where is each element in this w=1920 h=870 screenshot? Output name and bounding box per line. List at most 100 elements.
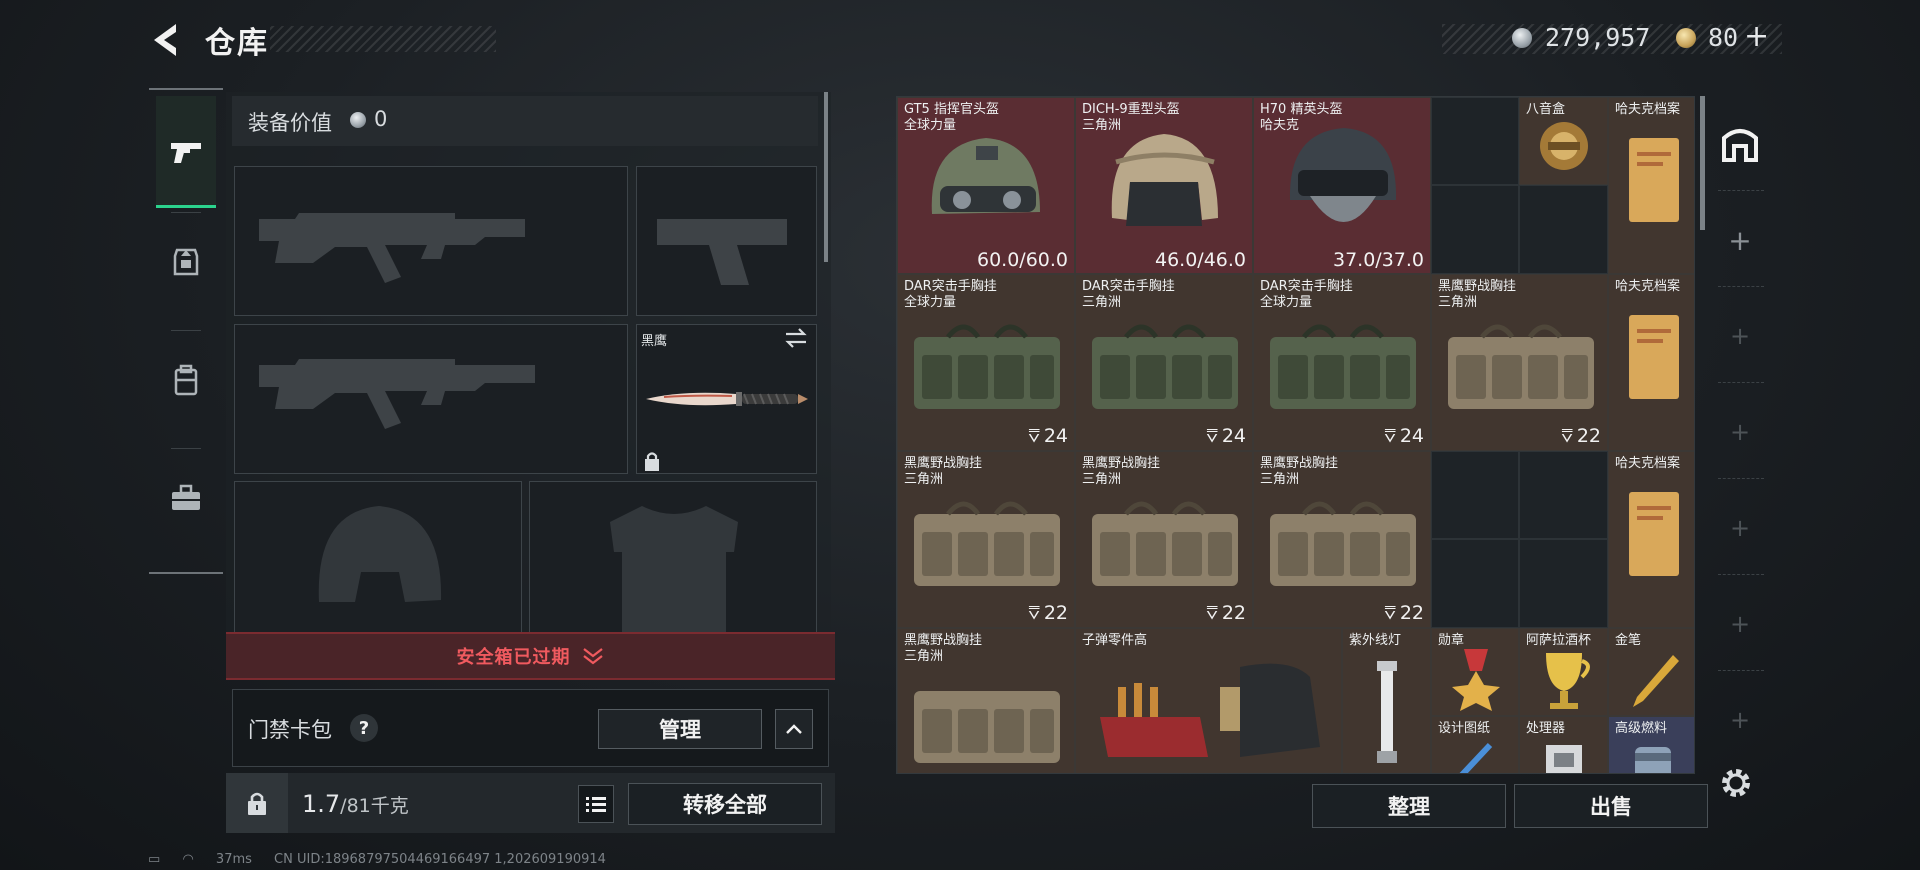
item-chest-rig[interactable]: 黑鹰野战胸挂 三角洲 ⩢ 22 [1431,274,1608,451]
chest-rig-icon [914,691,1060,763]
item-chest-rig[interactable]: 黑鹰野战胸挂 三角洲 ⩢ 22 [1253,451,1431,628]
item-helmet[interactable]: DICH-9重型头盔 三角洲 46.0/46.0 [1075,97,1253,274]
ping: 37ms [215,852,252,867]
back-button[interactable] [146,18,188,62]
shirt-icon: ⩢ [1206,602,1218,624]
locked-stash-tab[interactable]: + [1724,320,1756,352]
wifi-icon: ◠ [182,852,194,867]
coin-icon [350,112,366,128]
empty-cell [1519,451,1608,539]
locked-stash-tab[interactable]: + [1724,512,1756,544]
shirt-icon: ⩢ [1028,602,1040,624]
item-faction: 三角洲 [1082,472,1122,487]
locked-stash-tab[interactable]: + [1724,608,1756,640]
transfer-all-button[interactable]: 转移全部 [628,783,822,825]
nav-equipment[interactable] [156,216,216,308]
manage-button[interactable]: 管理 [598,709,762,749]
chest-rig-icon [914,501,1060,586]
chest-rig-icon [1270,324,1416,409]
item-hafk-file[interactable]: 哈夫克档案 [1608,451,1694,628]
stash-scrollbar[interactable] [1700,96,1705,230]
help-icon[interactable]: ? [350,714,378,742]
locked-stash-tab[interactable]: + [1724,416,1756,448]
add-gold-button[interactable]: + [1744,19,1769,54]
item-chest-rig[interactable]: DAR突击手胸挂 全球力量 ⩢ 24 [897,274,1075,451]
item-chest-rig[interactable]: 黑鹰野战胸挂 三角洲 ⩢ 22 [897,451,1075,628]
item-faction: 全球力量 [904,295,957,310]
item-name: 黑鹰野战胸挂 [1260,456,1339,471]
lock-icon [248,792,266,815]
gold-amount: 80 [1708,23,1739,52]
item-chest-rig[interactable]: 黑鹰野战胸挂 三角洲 ⩢ 22 [1075,451,1253,628]
shirt-icon: ⩢ [1206,425,1218,447]
money-amount: 279,957 [1545,23,1651,52]
item-helmet[interactable]: H70 精英头盔 哈夫克 37.0/37.0 [1253,97,1431,274]
capacity-lock-button[interactable] [226,773,288,833]
collapse-button[interactable] [775,709,813,749]
helmet-icon [1289,128,1397,222]
item-blueprint[interactable]: 设计图纸 [1431,716,1519,773]
item-helmet[interactable]: GT5 指挥官头盔 全球力量 60.0/60.0 [897,97,1075,274]
uv-lamp-icon [1377,661,1397,763]
equipment-value: 0 [374,107,388,131]
add-stash-tab-button[interactable]: + [1724,224,1756,257]
item-ammo-parts[interactable]: 子弹零件高 [1075,628,1342,773]
secondary-weapon-slot[interactable] [234,324,628,474]
nav-weapons[interactable] [156,96,216,208]
carry-weight-current: 1.7 [302,790,341,818]
chevron-down-icon [582,648,603,665]
fuel-can-icon [1635,747,1671,773]
back-arrow-icon [154,24,176,56]
empty-cell [1431,97,1519,185]
shirt-icon: ⩢ [1384,602,1396,624]
gear-icon[interactable] [1718,765,1754,805]
item-name: 黑鹰野战胸挂 [904,456,983,471]
item-faction: 三角洲 [904,472,944,487]
helmet-icon [931,138,1040,214]
item-music-box[interactable]: 八音盒 [1519,97,1608,185]
nav-backpack[interactable] [156,334,216,426]
item-chest-rig[interactable]: DAR突击手胸挂 三角洲 ⩢ 24 [1075,274,1253,451]
item-medal[interactable]: 勋章 [1431,628,1519,716]
swap-icon[interactable] [784,328,808,352]
item-durability: 46.0/46.0 [1154,249,1246,271]
sort-button[interactable]: 整理 [1312,784,1506,828]
rifle-silhouette-icon [259,359,535,429]
item-wine-cup[interactable]: 阿萨拉酒杯 [1519,628,1608,716]
file-icon [1629,138,1679,222]
item-chest-rig[interactable]: 黑鹰野战胸挂 三角洲 [897,628,1075,773]
stash-tab-main[interactable] [1712,118,1768,170]
item-hafk-file[interactable]: 哈夫克档案 [1608,97,1694,274]
primary-weapon-slot[interactable] [234,166,628,316]
item-name: 处理器 [1526,721,1566,736]
helmet-icon [1111,134,1218,226]
helmet-slot[interactable] [234,481,522,633]
medal-icon [1452,649,1500,711]
item-count: 22 [1399,602,1424,624]
item-name: 黑鹰野战胸挂 [1082,456,1161,471]
item-gold-pen[interactable]: 金笔 [1608,628,1694,716]
sidearm-slot[interactable] [636,166,817,316]
item-count: 22 [1221,602,1246,624]
locked-stash-tab[interactable]: + [1724,704,1756,736]
list-icon [586,797,606,812]
nav-case[interactable] [156,452,216,544]
ammo-parts-icon [1100,663,1320,757]
equipment-value-label: 装备价值 [248,111,332,135]
item-fuel[interactable]: 高级燃料 [1608,716,1694,773]
equipment-scrollbar[interactable] [824,92,828,262]
item-hafk-file[interactable]: 哈夫克档案 [1608,274,1694,451]
armor-icon [173,248,199,276]
item-processor[interactable]: 处理器 [1519,716,1608,773]
item-name: 设计图纸 [1438,721,1491,736]
item-chest-rig[interactable]: DAR突击手胸挂 全球力量 ⩢ 24 [1253,274,1431,451]
gold-coin-icon [1676,28,1696,48]
item-uv-lamp[interactable]: 紫外线灯 [1342,628,1431,773]
body-armor-slot[interactable] [529,481,817,634]
carry-weight: 1.7/81千克 [302,790,409,818]
safe-box-expired-banner[interactable]: 安全箱已过期 [226,632,835,680]
music-box-icon [1540,122,1588,170]
list-view-button[interactable] [578,785,614,823]
sell-button[interactable]: 出售 [1514,784,1708,828]
title-decoration [270,26,496,52]
